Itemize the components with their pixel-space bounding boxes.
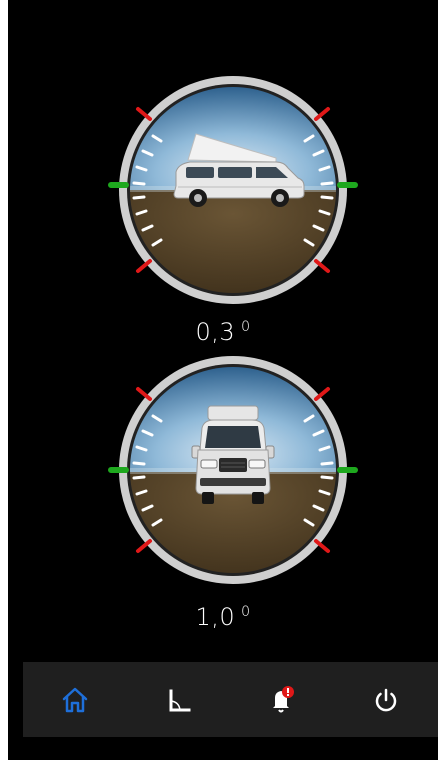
side-tilt-gauge [98,74,368,314]
side-tilt-readout: 0,3 0 [8,318,438,346]
power-icon [375,688,397,711]
app-screen: 0,3 0 1,0 0 [8,0,438,760]
front-tilt-value: 1,0 [195,603,236,631]
bottom-navigation-bar [23,662,438,737]
side-tilt-value: 0,3 [195,318,236,346]
front-tilt-readout: 1,0 0 [8,603,438,631]
front-tilt-unit: 0 [241,604,251,620]
home-icon [62,687,88,712]
nav-level-button[interactable] [127,662,231,737]
side-tilt-unit: 0 [241,319,251,335]
ground [130,190,336,293]
nav-home-button[interactable] [23,662,127,737]
front-tilt-gauge [98,354,368,594]
nav-power-button[interactable] [334,662,438,737]
nav-alerts-button[interactable] [230,662,334,737]
level-angle-icon [169,689,191,711]
bell-icon [273,685,294,712]
